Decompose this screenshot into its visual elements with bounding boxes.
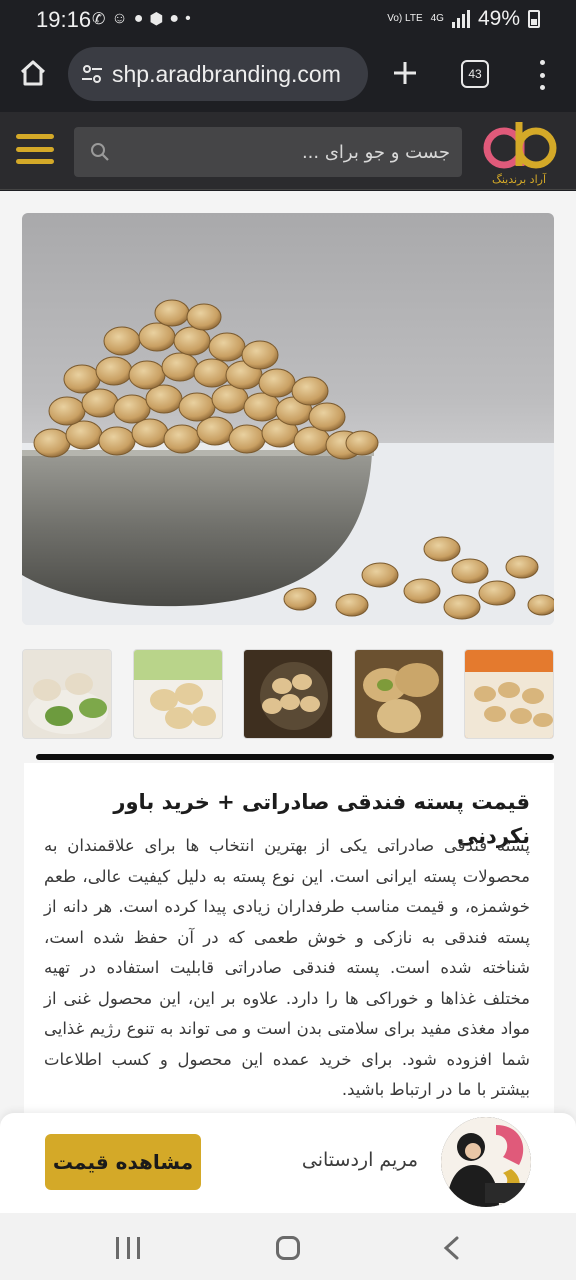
- pistachio-bowl-image: [22, 299, 554, 625]
- chat-icon: ●: [133, 10, 144, 27]
- signal-icon: [451, 10, 470, 28]
- page-content: قیمت پسته فندقی صادراتی + خرید باور نکرد…: [0, 191, 576, 1213]
- browser-toolbar: shp.aradbranding.com 43: [0, 40, 576, 112]
- battery-percent: 49%: [477, 7, 520, 30]
- thumbnail-image[interactable]: [464, 649, 554, 739]
- add-contact-icon: ☺: [111, 10, 128, 27]
- volte-label: Vo) LTE: [387, 13, 423, 24]
- site-logo[interactable]: آراد برندینگ: [478, 120, 560, 186]
- product-description: پسته فندقی صادراتی یکی از بهترین انتخاب …: [44, 836, 530, 1099]
- new-tab-icon[interactable]: [390, 58, 420, 88]
- more-notifications-icon: •: [185, 10, 191, 27]
- tab-count: 43: [468, 67, 482, 81]
- back-icon[interactable]: [440, 1235, 464, 1261]
- status-right: Vo) LTE 4G 49%: [387, 7, 540, 31]
- logo-text: آراد برندینگ: [491, 173, 546, 186]
- thumbnail-image[interactable]: [243, 649, 333, 739]
- battery-icon: [528, 10, 540, 28]
- notification-icons: ✆ ☺ ● ⬢ ● •: [92, 9, 191, 29]
- recent-apps-icon[interactable]: [116, 1237, 140, 1259]
- agent-avatar[interactable]: [441, 1117, 531, 1207]
- home-nav-icon[interactable]: [276, 1236, 300, 1260]
- sales-contact-bar: مشاهده قیمت مریم اردستانی: [0, 1113, 576, 1213]
- app-hexagon-icon: ⬢: [149, 11, 164, 28]
- status-time: 19:16: [36, 7, 92, 32]
- home-icon[interactable]: [18, 58, 48, 88]
- address-bar[interactable]: shp.aradbranding.com: [68, 47, 368, 101]
- search-icon[interactable]: [88, 140, 112, 164]
- thumbnail-image[interactable]: [353, 649, 444, 739]
- thumbnail-scrollbar[interactable]: [36, 754, 554, 760]
- status-bar: 19:16 ✆ ☺ ● ⬢ ● • Vo) LTE 4G 49%: [0, 0, 576, 40]
- thumbnail-image[interactable]: [22, 649, 112, 739]
- url-text[interactable]: shp.aradbranding.com: [112, 61, 341, 88]
- thumbnail-strip: [22, 649, 554, 739]
- message-icon: ●: [169, 10, 180, 27]
- thumbnail-image[interactable]: [132, 649, 223, 739]
- tab-switcher-button[interactable]: 43: [461, 60, 489, 88]
- browser-menu-icon[interactable]: [537, 60, 547, 90]
- product-main-image[interactable]: [22, 213, 554, 625]
- site-header: آراد برندینگ: [0, 112, 576, 190]
- system-navigation-bar: [0, 1213, 576, 1280]
- view-price-button[interactable]: مشاهده قیمت: [45, 1134, 201, 1190]
- product-description-card: قیمت پسته فندقی صادراتی + خرید باور نکرد…: [24, 763, 554, 1123]
- hamburger-menu-icon[interactable]: [16, 134, 54, 164]
- whatsapp-icon: ✆: [92, 11, 106, 28]
- agent-name: مریم اردستانی: [301, 1149, 418, 1171]
- network-type: 4G: [430, 13, 444, 24]
- logo-mark-icon: [483, 122, 557, 169]
- search-input[interactable]: [130, 137, 450, 167]
- site-settings-icon[interactable]: [80, 62, 104, 86]
- search-box[interactable]: [74, 127, 462, 177]
